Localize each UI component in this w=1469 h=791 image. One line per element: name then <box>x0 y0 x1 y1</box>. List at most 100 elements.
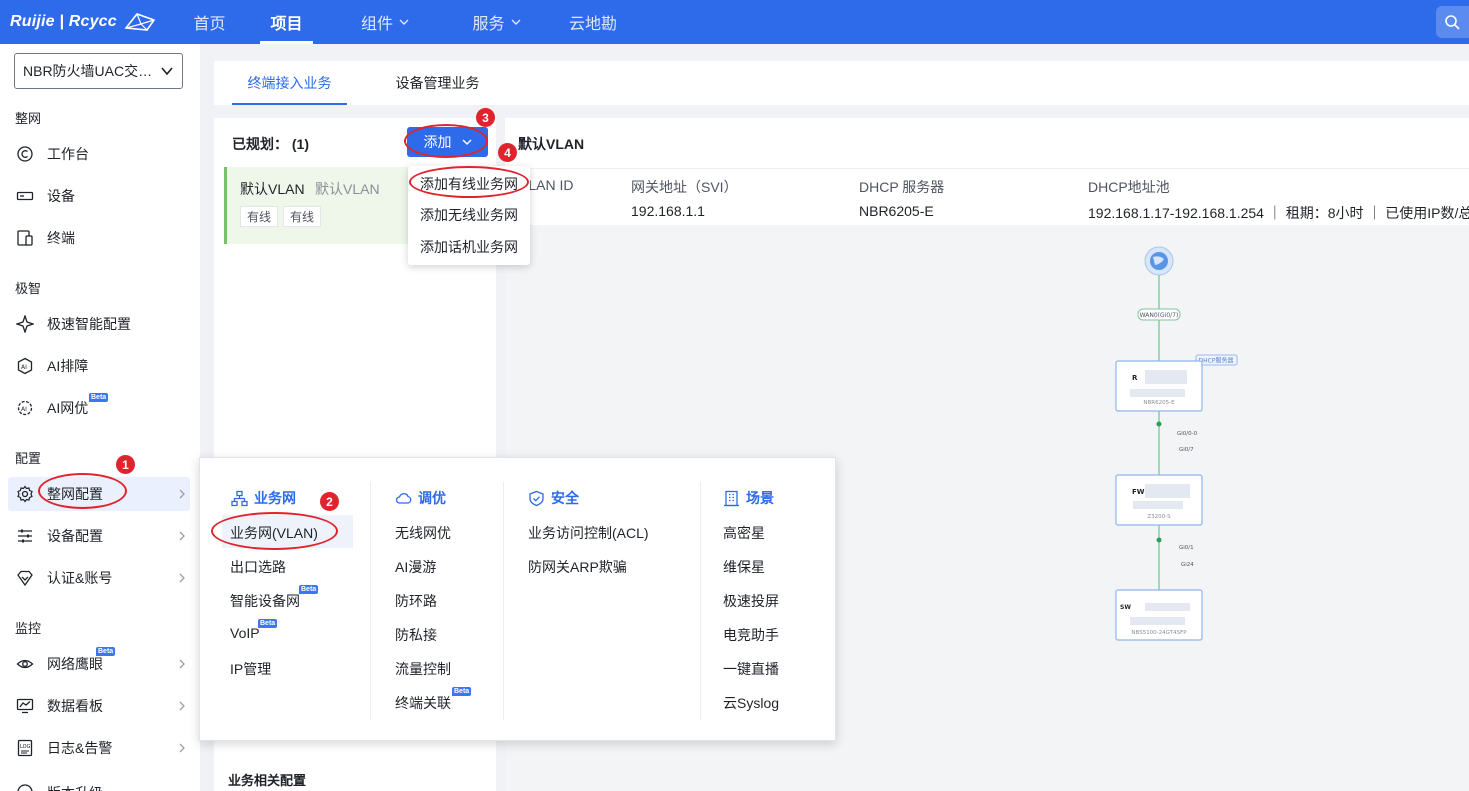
annotation-badge-3: 3 <box>476 108 495 127</box>
chevron-down-icon <box>399 19 409 25</box>
annotation-badge-1: 1 <box>116 455 135 474</box>
menu-group-scenes: 场景 <box>723 488 774 508</box>
sidebar-item-workbench[interactable]: 工作台 <box>8 137 190 171</box>
chevron-right-icon <box>179 573 185 583</box>
sidebar-item-logs-alarms[interactable]: LOG 日志&告警 <box>8 731 190 765</box>
beta-badge: Beta <box>258 619 278 628</box>
menu-item-ai-roaming[interactable]: AI漫游 <box>395 557 436 577</box>
network-tree-icon <box>231 490 248 506</box>
shield-check-icon <box>529 490 544 506</box>
top-bar: Ruijie | Rcycc 首页 项目 组件 服务 云地勘 <box>0 0 1469 44</box>
brand-text: Ruijie | Rcycc <box>10 13 117 30</box>
nav-home[interactable]: 首页 <box>176 0 243 44</box>
menu-item-ip-mgmt[interactable]: IP管理 <box>230 659 271 679</box>
tab-terminal-access[interactable]: 终端接入业务 <box>232 61 347 105</box>
copyright-circle-icon <box>16 145 34 163</box>
sidebar-item-dashboard[interactable]: 数据看板 <box>8 689 190 723</box>
project-select[interactable]: NBR防火墙UAC交… <box>14 53 183 89</box>
menu-item-cloud-syslog[interactable]: 云Syslog <box>723 693 779 713</box>
nav-project[interactable]: 项目 <box>243 0 330 44</box>
cloud-icon <box>395 492 412 504</box>
sidebar-item-ai-optimize[interactable]: AI AI网优 Beta <box>8 391 190 425</box>
menu-item-add-wireless[interactable]: 添加无线业务网 <box>420 205 518 225</box>
annotation-badge-4: 4 <box>498 143 517 162</box>
menu-item-arp-spoof[interactable]: 防网关ARP欺骗 <box>528 557 627 577</box>
chevron-right-icon <box>179 701 185 711</box>
beta-badge: Beta <box>452 687 472 696</box>
switch-model: NBS5100-24GT4SFP <box>1131 630 1187 636</box>
nav-services[interactable]: 服务 <box>440 0 553 44</box>
menu-item-loop-prevention[interactable]: 防环路 <box>395 591 437 611</box>
chevron-down-icon <box>511 19 520 25</box>
sidebar-item-terminals[interactable]: 终端 <box>8 221 190 255</box>
group-label-config: 配置 <box>15 451 42 466</box>
terminal-icon <box>16 229 34 247</box>
menu-item-anti-private[interactable]: 防私接 <box>395 625 437 645</box>
menu-item-voip[interactable]: VoIP <box>230 625 260 641</box>
chevron-right-icon <box>179 531 185 541</box>
menu-item-high-density[interactable]: 高密星 <box>723 523 765 543</box>
beta-badge: Beta <box>299 585 319 594</box>
menu-item-flow-control[interactable]: 流量控制 <box>395 659 451 679</box>
vlan-card-sub: 默认VLAN <box>315 181 380 197</box>
router-model: NBR6205-E <box>1143 400 1175 406</box>
project-select-value: NBR防火墙UAC交… <box>23 63 153 79</box>
nav-cloud-survey[interactable]: 云地勘 <box>553 0 633 44</box>
menu-item-esports[interactable]: 电竞助手 <box>723 625 779 645</box>
annotation-ring <box>211 512 338 550</box>
global-search[interactable] <box>1436 6 1469 38</box>
network-config-mega-menu: 业务网 业务网(VLAN) 出口选路 智能设备网 Beta VoIP Beta … <box>199 457 836 741</box>
menu-item-fast-cast[interactable]: 极速投屏 <box>723 591 779 611</box>
brand-logo[interactable]: Ruijie | Rcycc <box>10 8 157 36</box>
monitor-chart-icon <box>16 697 34 715</box>
sidebar-item-device-config[interactable]: 设备配置 <box>8 519 190 553</box>
menu-item-add-phone[interactable]: 添加话机业务网 <box>420 237 518 257</box>
nav-components[interactable]: 组件 <box>330 0 440 44</box>
vlan-tag: 有线 <box>240 206 279 227</box>
vlan-detail-panel: 默认VLAN VLAN ID 网关地址（SVI） 192.168.1.1 DHC… <box>505 118 1469 225</box>
gear-spark-icon <box>16 315 34 333</box>
tab-device-mgmt[interactable]: 设备管理业务 <box>380 61 495 105</box>
related-config-heading: 业务相关配置 <box>228 773 307 788</box>
eye-icon <box>16 655 34 673</box>
gear-icon <box>16 485 34 503</box>
menu-item-terminal-link[interactable]: 终端关联 <box>395 693 451 713</box>
top-nav: 首页 项目 组件 服务 云地勘 <box>176 0 633 44</box>
dhcp-tag: DHCP服务器 <box>1199 357 1234 365</box>
blurred-name <box>1145 484 1190 498</box>
chevron-down-icon <box>161 67 173 76</box>
sidebar-item-ai-diagnose[interactable]: AI AI排障 <box>8 349 190 383</box>
sidebar-item-cut-off[interactable]: 版本升级 <box>8 773 190 791</box>
chevron-right-icon <box>179 489 185 499</box>
sidebar-item-devices[interactable]: 设备 <box>8 179 190 213</box>
group-label-monitor: 监控 <box>15 621 42 636</box>
port-label: Gi24 <box>1181 562 1194 568</box>
menu-group-business: 业务网 <box>231 488 296 508</box>
link-dot <box>1156 537 1162 543</box>
menu-item-maintenance[interactable]: 维保星 <box>723 557 765 577</box>
planned-title: 已规划： (1) <box>232 136 309 152</box>
menu-item-wireless-opt[interactable]: 无线网优 <box>395 523 451 543</box>
sidebar-item-auth-account[interactable]: 认证&账号 <box>8 561 190 595</box>
field-dhcp-server: DHCP 服务器 NBR6205-E <box>859 179 945 219</box>
port-label: Gi0/7 <box>1179 447 1194 453</box>
firewall-letter: FW <box>1132 488 1145 496</box>
link-dot <box>1156 421 1162 427</box>
divider <box>503 482 504 720</box>
sidebar-item-network-eye[interactable]: 网络鹰眼 Beta <box>8 647 190 681</box>
group-label-smart: 极智 <box>15 281 42 296</box>
annotation-ring <box>38 473 127 509</box>
field-gateway: 网关地址（SVI） 192.168.1.1 <box>631 179 738 219</box>
menu-item-smart-device[interactable]: 智能设备网 <box>230 591 300 611</box>
ai-gear-icon: AI <box>16 399 34 417</box>
menu-item-egress[interactable]: 出口选路 <box>230 557 286 577</box>
sidebar-item-fast-config[interactable]: 极速智能配置 <box>8 307 190 341</box>
group-label-network: 整网 <box>15 111 42 126</box>
router-letter: R <box>1132 374 1138 382</box>
divider <box>505 168 1469 169</box>
vlan-tag: 有线 <box>283 206 322 227</box>
menu-item-acl[interactable]: 业务访问控制(ACL) <box>528 523 649 543</box>
bird-logo-icon <box>124 13 156 31</box>
chevron-right-icon <box>179 659 185 669</box>
menu-item-live-stream[interactable]: 一键直播 <box>723 659 779 679</box>
